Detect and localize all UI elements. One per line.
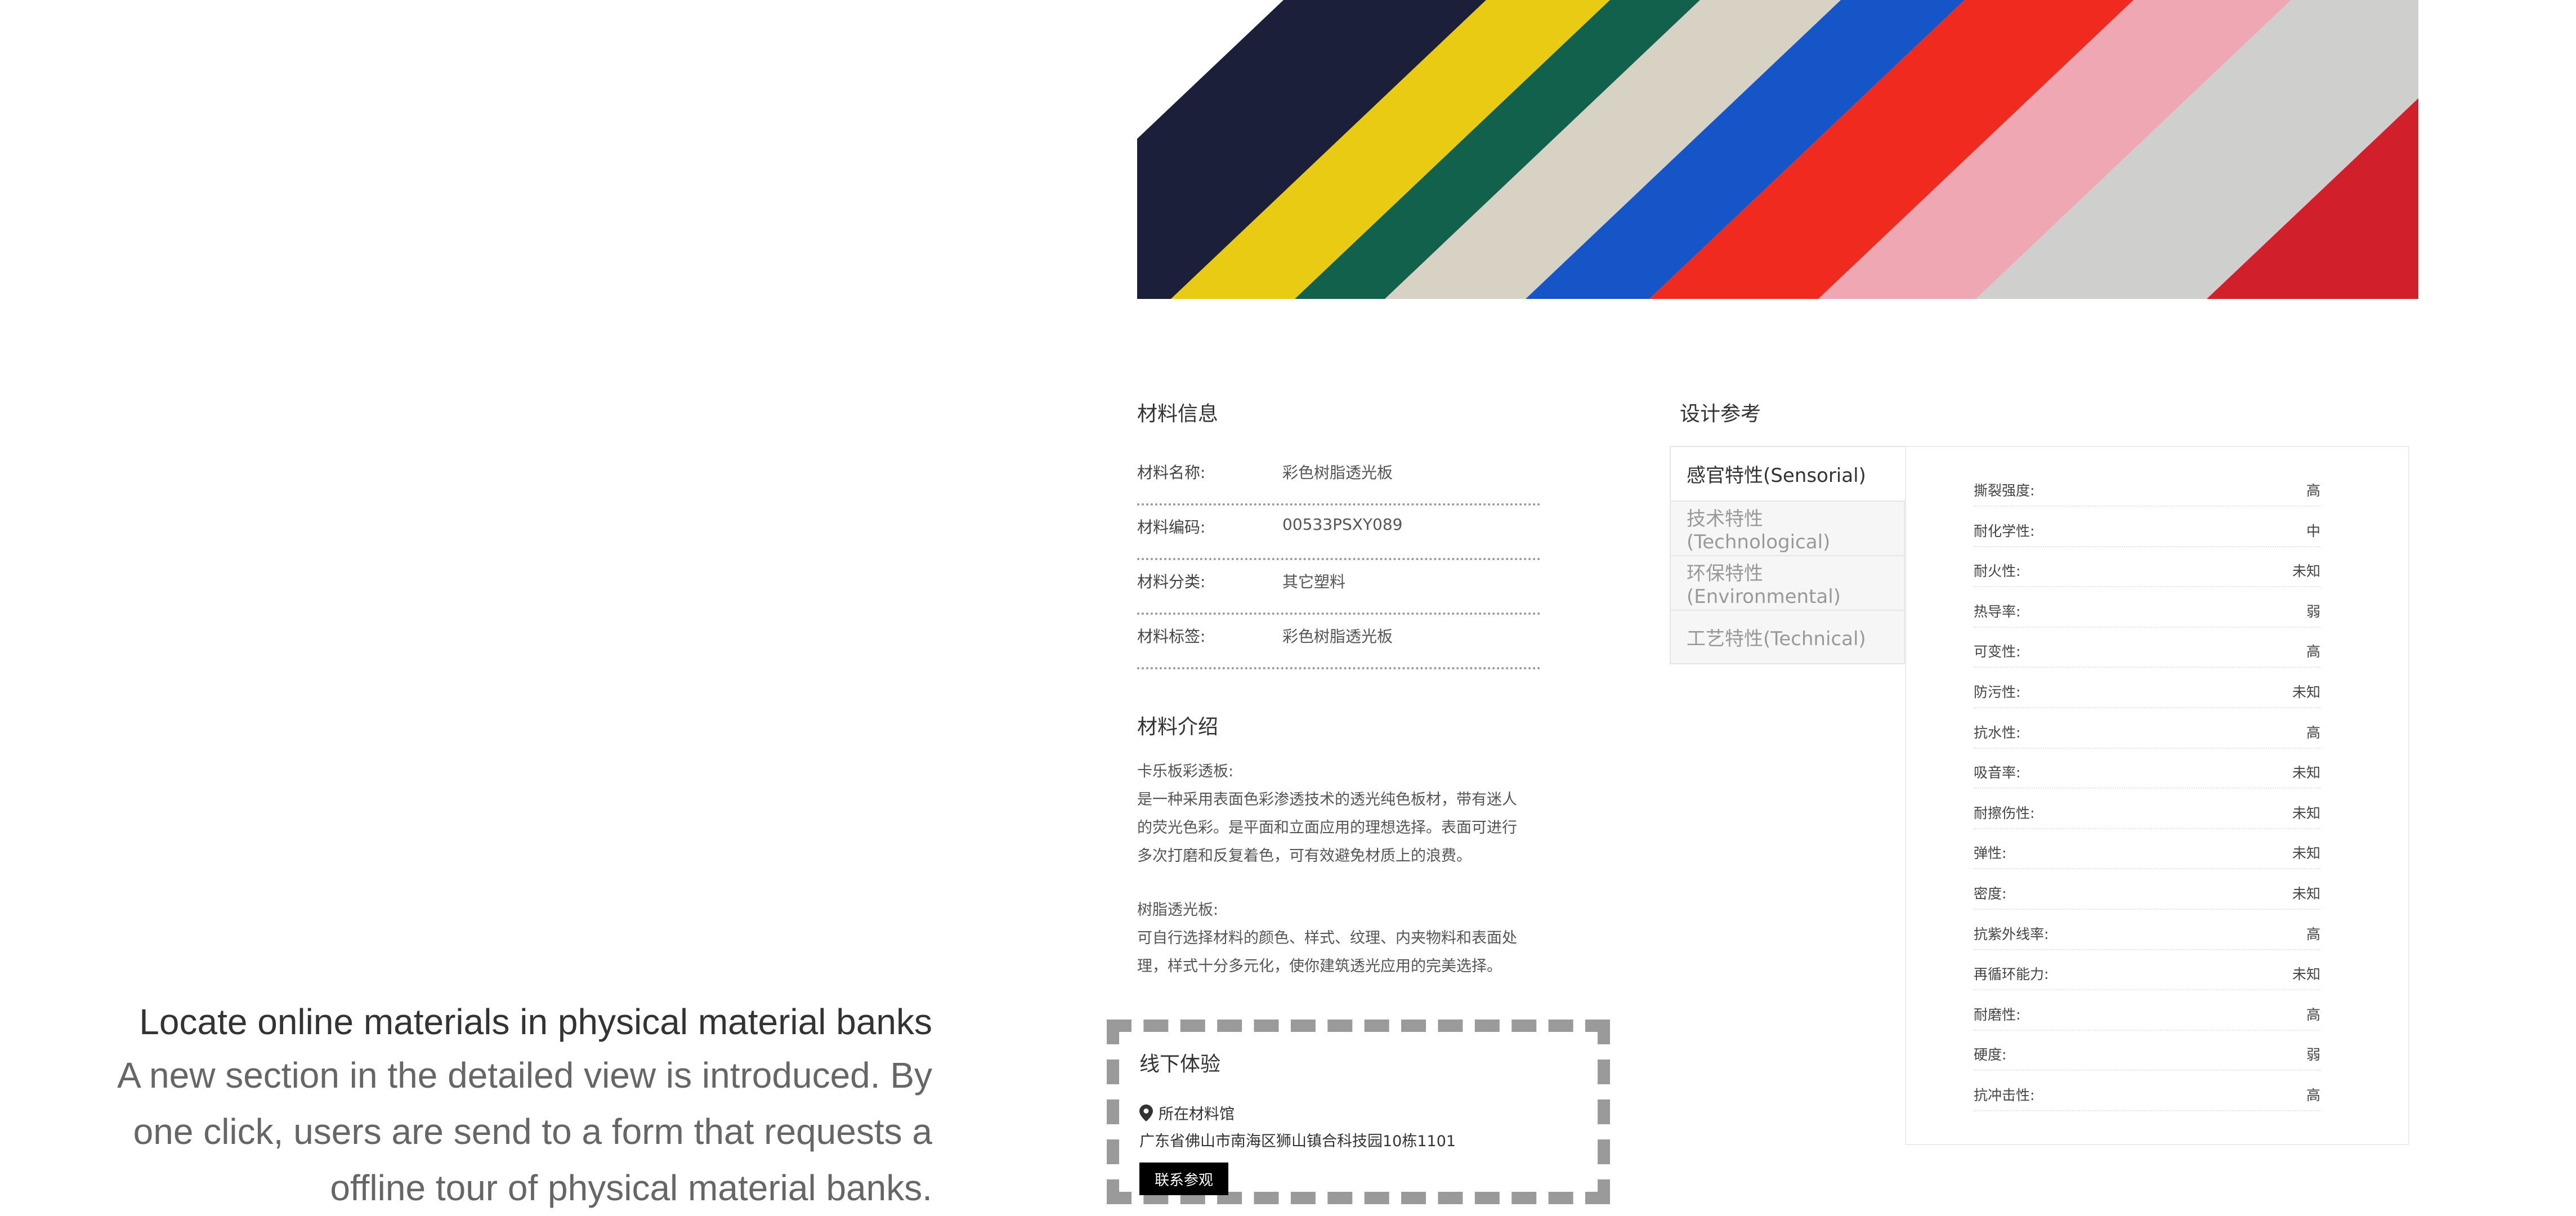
property-label: 抗冲击性:	[1974, 1087, 2035, 1103]
property-label: 硬度:	[1974, 1047, 2007, 1063]
intro-line: 多次打磨和反复着色，可有效避免材质上的浪费。	[1137, 847, 1472, 865]
property-label: 撕裂强度:	[1974, 482, 2035, 499]
property-label: 抗水性:	[1974, 724, 2021, 741]
property-value: 未知	[2292, 804, 2320, 821]
property-value: 高	[2306, 1006, 2320, 1023]
intro-line: 是一种采用表面色彩渗透技术的透光纯色板材，带有迷人	[1137, 791, 1517, 808]
property-value: 高	[2306, 1087, 2320, 1103]
tab-sensorial[interactable]: 感官特性(Sensorial)	[1670, 446, 1905, 500]
info-label: 材料分类:	[1137, 573, 1206, 591]
info-value: 00533PSXY089	[1282, 515, 1403, 534]
property-label: 弹性:	[1974, 845, 2007, 862]
property-label: 热导率:	[1974, 603, 2021, 620]
info-label: 材料编码:	[1137, 518, 1206, 537]
caption-line: A new section in the detailed view is in…	[117, 1055, 932, 1096]
material-intro-title: 材料介绍	[1137, 716, 1219, 739]
property-label: 防污性:	[1974, 684, 2021, 700]
property-row: 热导率: 弱	[1974, 595, 2320, 628]
property-value: 未知	[2292, 845, 2320, 862]
property-value: 弱	[2306, 603, 2320, 620]
property-value: 高	[2306, 724, 2320, 741]
info-value: 其它塑料	[1282, 573, 1346, 591]
material-bank-location: 所在材料馆	[1139, 1102, 1235, 1124]
sensorial-properties-panel: 撕裂强度: 高耐化学性: 中耐火性: 未知 热导率: 弱可变性: 高防污性: 未知 抗水性: 高吸…	[1905, 446, 2409, 1145]
property-label: 耐擦伤性:	[1974, 804, 2035, 821]
property-label: 密度:	[1974, 886, 2007, 902]
caption-line: offline tour of physical material banks.	[330, 1168, 932, 1208]
property-value: 未知	[2292, 563, 2320, 580]
tab-environmental[interactable]: 环保特性(Environmental)	[1670, 555, 1905, 610]
info-row-name: 材料名称: 彩色树脂透光板	[1137, 450, 1540, 506]
property-label: 耐化学性:	[1974, 522, 2035, 539]
property-row: 耐火性: 未知	[1974, 555, 2320, 588]
caption-line: one click, users are send to a form that…	[133, 1111, 932, 1152]
material-info-title: 材料信息	[1137, 403, 1219, 426]
property-row: 弹性: 未知	[1974, 837, 2320, 870]
property-value: 高	[2306, 643, 2320, 660]
offline-experience-section: 线下体验 所在材料馆 广东省佛山市南海区狮山镇合科技园10栋1101 联系参观	[1107, 1020, 1610, 1204]
property-row: 耐磨性: 高	[1974, 998, 2320, 1031]
info-row-code: 材料编码: 00533PSXY089	[1137, 505, 1540, 560]
info-row-tags: 材料标签: 彩色树脂透光板	[1137, 614, 1540, 669]
property-row: 密度: 未知	[1974, 877, 2320, 910]
caption-title: Locate online materials in physical mate…	[139, 1002, 932, 1042]
material-hero-image	[1137, 0, 2418, 299]
info-label: 材料名称:	[1137, 463, 1206, 482]
intro-line: 可自行选择材料的颜色、样式、纹理、内夹物料和表面处	[1137, 929, 1517, 947]
property-label: 再循环能力:	[1974, 966, 2049, 983]
contact-visit-button[interactable]: 联系参观	[1139, 1163, 1228, 1195]
intro-line: 树脂透光板:	[1137, 901, 1219, 919]
property-row: 抗紫外线率: 高	[1974, 918, 2320, 950]
property-label: 耐火性:	[1974, 563, 2021, 580]
property-tabs: 感官特性(Sensorial) 技术特性(Technological) 环保特性…	[1670, 446, 1905, 664]
property-label: 抗紫外线率:	[1974, 926, 2049, 942]
offline-title: 线下体验	[1139, 1053, 1221, 1076]
property-row: 抗水性: 高	[1974, 716, 2320, 749]
property-value: 未知	[2292, 765, 2320, 781]
location-label: 所在材料馆	[1159, 1106, 1235, 1123]
info-value: 彩色树脂透光板	[1282, 463, 1393, 482]
property-value: 中	[2306, 522, 2320, 539]
property-row: 抗冲击性: 高	[1974, 1079, 2320, 1111]
property-row: 耐化学性: 中	[1974, 515, 2320, 547]
property-row: 吸音率: 未知	[1974, 756, 2320, 789]
intro-paragraph: 卡乐板彩透板: 是一种采用表面色彩渗透技术的透光纯色板材，带有迷人 的荧光色彩。…	[1137, 758, 1554, 870]
property-value: 高	[2306, 926, 2320, 942]
location-pin-icon	[1139, 1104, 1153, 1121]
property-row: 撕裂强度: 高	[1974, 474, 2320, 507]
material-bank-address: 广东省佛山市南海区狮山镇合科技园10栋1101	[1139, 1133, 1456, 1150]
intro-paragraph: 树脂透光板: 可自行选择材料的颜色、样式、纹理、内夹物料和表面处 理，样式十分多…	[1137, 896, 1554, 981]
property-row: 硬度: 弱	[1974, 1038, 2320, 1071]
info-label: 材料标签:	[1137, 627, 1206, 646]
design-ref-title: 设计参考	[1680, 403, 1761, 426]
intro-line: 卡乐板彩透板:	[1137, 763, 1234, 780]
property-label: 可变性:	[1974, 643, 2021, 660]
feature-caption: Locate online materials in physical mate…	[0, 996, 932, 1216]
property-row: 防污性: 未知	[1974, 676, 2320, 708]
intro-line: 的荧光色彩。是平面和立面应用的理想选择。表面可进行	[1137, 819, 1517, 837]
property-value: 未知	[2292, 886, 2320, 902]
intro-line: 理，样式十分多元化，使你建筑透光应用的完美选择。	[1137, 958, 1502, 975]
tab-technological[interactable]: 技术特性(Technological)	[1670, 500, 1905, 555]
property-value: 未知	[2292, 966, 2320, 983]
property-label: 吸音率:	[1974, 765, 2021, 781]
color-stripes-illustration	[1137, 0, 2418, 299]
property-row: 耐擦伤性: 未知	[1974, 797, 2320, 829]
tab-technical[interactable]: 工艺特性(Technical)	[1670, 610, 1905, 664]
property-row: 再循环能力: 未知	[1974, 958, 2320, 991]
property-value: 未知	[2292, 684, 2320, 700]
property-label: 耐磨性:	[1974, 1006, 2021, 1023]
property-row: 可变性: 高	[1974, 635, 2320, 668]
property-value: 弱	[2306, 1047, 2320, 1063]
info-row-category: 材料分类: 其它塑料	[1137, 560, 1540, 615]
property-value: 高	[2306, 482, 2320, 499]
info-value: 彩色树脂透光板	[1282, 627, 1393, 646]
